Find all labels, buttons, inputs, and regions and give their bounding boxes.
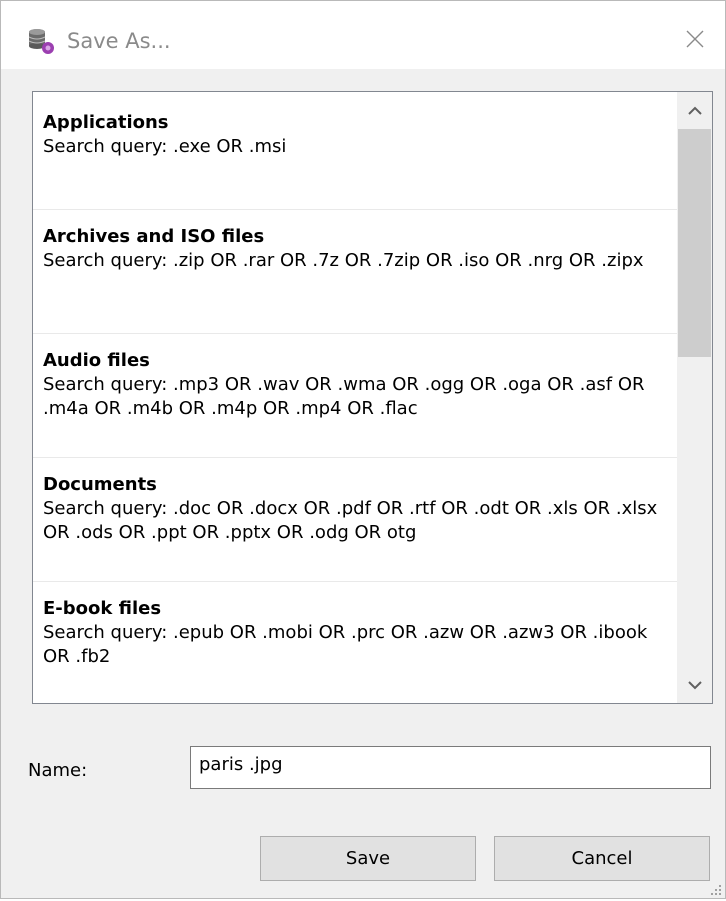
scroll-up-button[interactable] — [677, 92, 712, 129]
save-button[interactable]: Save — [260, 836, 476, 881]
database-icon — [26, 26, 56, 56]
list-item-title: Audio files — [43, 350, 150, 371]
list-item-title: Archives and ISO files — [43, 226, 265, 247]
title-bar: Save As... — [1, 1, 725, 79]
vertical-scrollbar[interactable] — [677, 92, 712, 703]
list-item-query: Search query: .epub OR .mobi OR .prc OR … — [43, 622, 648, 667]
list-item-title: Documents — [43, 474, 157, 495]
resize-grip-icon[interactable] — [709, 882, 723, 896]
dialog-body: Applications Search query: .exe OR .msi … — [1, 69, 725, 898]
window-title: Save As... — [67, 29, 171, 53]
list-viewport: Applications Search query: .exe OR .msi … — [33, 92, 677, 703]
list-item-title: E-book files — [43, 598, 162, 619]
name-label: Name: — [28, 760, 88, 781]
list-item[interactable]: Applications Search query: .exe OR .msi — [33, 92, 677, 210]
list-item[interactable]: E-book files Search query: .epub OR .mob… — [33, 582, 677, 703]
list-item-query: Search query: .exe OR .msi — [43, 136, 287, 157]
chevron-down-icon — [687, 675, 702, 694]
close-button[interactable] — [672, 19, 718, 63]
list-item[interactable]: Archives and ISO files Search query: .zi… — [33, 210, 677, 334]
save-as-dialog: Save As... Applications Search query: .e… — [0, 0, 726, 899]
file-type-list[interactable]: Applications Search query: .exe OR .msi … — [32, 91, 713, 704]
close-icon — [685, 29, 705, 53]
list-item[interactable]: Documents Search query: .doc OR .docx OR… — [33, 458, 677, 582]
list-item-title: Applications — [43, 112, 169, 133]
cancel-button[interactable]: Cancel — [494, 836, 710, 881]
chevron-up-icon — [687, 101, 702, 120]
list-item-query: Search query: .zip OR .rar OR .7z OR .7z… — [43, 250, 644, 271]
list-item[interactable]: Audio files Search query: .mp3 OR .wav O… — [33, 334, 677, 458]
scroll-down-button[interactable] — [677, 666, 712, 703]
list-item-query: Search query: .doc OR .docx OR .pdf OR .… — [43, 498, 658, 543]
scroll-thumb[interactable] — [678, 129, 711, 357]
list-item-query: Search query: .mp3 OR .wav OR .wma OR .o… — [43, 374, 645, 419]
name-input[interactable] — [190, 746, 711, 789]
